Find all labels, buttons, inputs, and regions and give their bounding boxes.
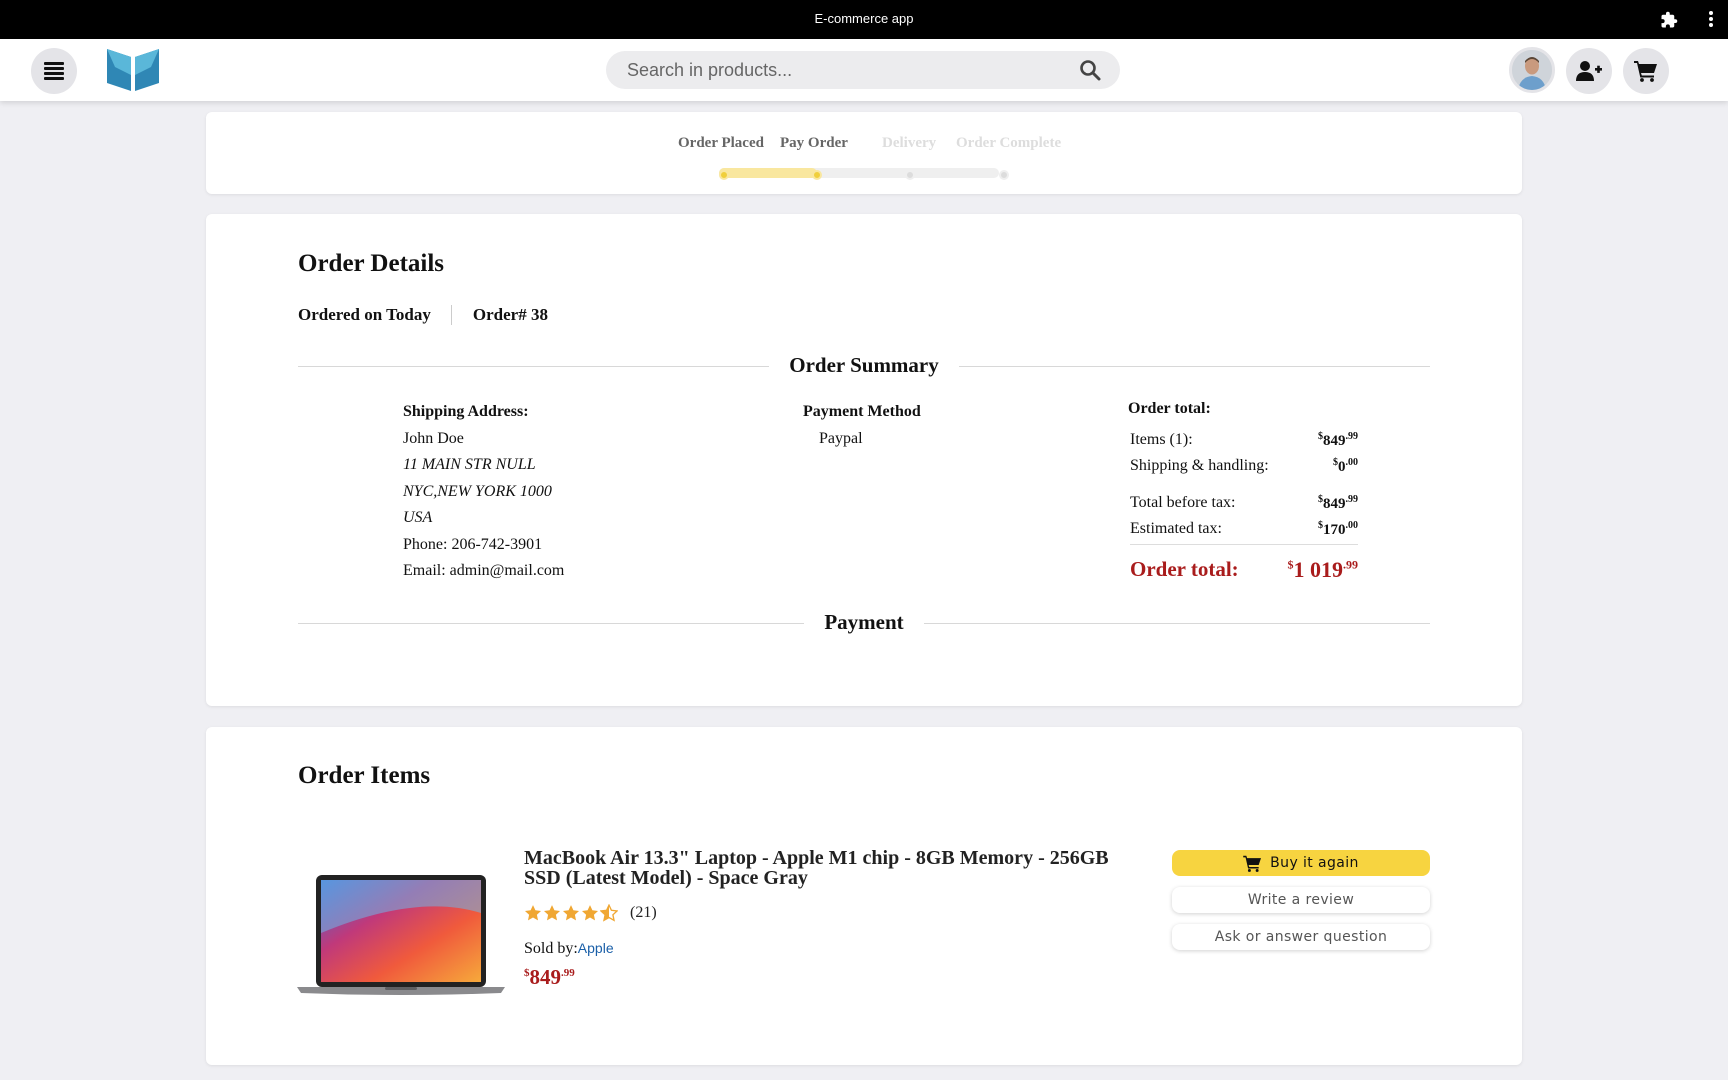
cart-button[interactable] [1623, 48, 1669, 94]
ask-question-button[interactable]: Ask or answer question [1172, 924, 1430, 950]
items-total-label: Items (1): [1130, 431, 1193, 448]
progress-track [719, 168, 999, 178]
product-image[interactable] [297, 873, 505, 995]
add-user-button[interactable] [1566, 48, 1612, 94]
book-logo-icon[interactable] [105, 45, 161, 93]
window-menu-icon[interactable] [1708, 10, 1714, 30]
sold-by-label: Sold by: [524, 940, 578, 957]
seller-link[interactable]: Apple [578, 940, 614, 956]
items-total-value: $849.99 [1318, 430, 1358, 449]
review-count[interactable]: (21) [630, 904, 657, 922]
app-header [0, 39, 1728, 101]
window-title: E-commerce app [814, 11, 914, 26]
payment-method-heading: Payment Method [803, 403, 921, 420]
shipping-phone: Phone: 206-742-3901 [403, 535, 543, 553]
order-items-card: Order Items MacBook Air 13.3" Laptop - A… [206, 727, 1522, 1065]
shipping-city: NYC,NEW YORK 1000 [403, 482, 552, 500]
order-totals: Order total: Items (1): $849.99 Shipping… [1128, 400, 1358, 583]
star-half-icon [600, 904, 618, 922]
shipping-total-row: Shipping & handling: $0.00 [1130, 453, 1358, 479]
order-total-heading: Order total: [1128, 400, 1211, 417]
menu-button[interactable] [31, 48, 77, 94]
step-dot-delivery [905, 170, 915, 180]
before-tax-value: $849.99 [1318, 493, 1358, 512]
star-filled-icon [543, 905, 561, 921]
step-order-placed: Order Placed [678, 135, 764, 151]
payment-heading: Payment [206, 610, 1522, 635]
tax-row: Estimated tax: $170.00 [1130, 516, 1358, 542]
before-tax-label: Total before tax: [1130, 494, 1236, 511]
order-meta: Ordered on Today Order# 38 [298, 305, 548, 325]
order-items-title: Order Items [298, 762, 431, 789]
user-avatar[interactable] [1509, 47, 1555, 93]
order-details-title: Order Details [298, 250, 445, 277]
meta-divider [450, 305, 452, 325]
cart-icon [1243, 855, 1262, 872]
tax-label: Estimated tax: [1130, 520, 1222, 537]
shipping-name: John Doe [403, 429, 464, 447]
avatar-image [1512, 50, 1552, 90]
product-price: $849.99 [524, 965, 575, 989]
search-bar [606, 51, 1120, 89]
cart-icon [1634, 61, 1657, 82]
star-filled-icon [581, 905, 599, 921]
search-input[interactable] [606, 59, 1078, 81]
step-dot-order-complete [999, 170, 1009, 180]
shipping-country: USA [403, 509, 433, 526]
step-dot-order-placed [719, 170, 729, 180]
shipping-address: Shipping Address: John Doe 11 MAIN STR N… [403, 399, 564, 585]
puzzle-extension-icon[interactable] [1660, 11, 1678, 29]
search-icon[interactable] [1078, 58, 1102, 82]
before-tax-row: Total before tax: $849.99 [1130, 490, 1358, 516]
window-titlebar: E-commerce app [0, 0, 1728, 39]
write-review-button[interactable]: Write a review [1172, 887, 1430, 913]
shipping-total-value: $0.00 [1333, 456, 1358, 475]
ordered-on: Ordered on Today [298, 305, 431, 324]
tax-value: $170.00 [1318, 519, 1358, 538]
buy-again-label: Buy it again [1270, 855, 1359, 871]
progress-fill [719, 168, 817, 178]
grand-total-row: Order total: $1 019.99 [1130, 557, 1358, 583]
order-details-card: Order Details Ordered on Today Order# 38… [206, 214, 1522, 706]
shipping-street: 11 MAIN STR NULL [403, 456, 536, 473]
product-name[interactable]: MacBook Air 13.3" Laptop - Apple M1 chip… [524, 848, 1134, 888]
payment-method: Payment Method Paypal [803, 399, 921, 452]
order-number: Order# 38 [472, 305, 548, 324]
step-pay-order: Pay Order [780, 135, 848, 151]
step-dot-pay-order [812, 170, 822, 180]
star-filled-icon [562, 905, 580, 921]
step-delivery: Delivery [882, 135, 937, 151]
items-total-row: Items (1): $849.99 [1130, 427, 1358, 453]
product-rating: (21) [524, 904, 657, 922]
hamburger-icon [44, 60, 64, 82]
sold-by: Sold by:Apple [524, 940, 614, 958]
step-order-complete: Order Complete [956, 135, 1062, 151]
order-progress-card: Order Placed Pay Order Delivery Order Co… [206, 112, 1522, 194]
payment-method-value: Paypal [819, 429, 863, 447]
shipping-heading: Shipping Address: [403, 403, 529, 420]
buy-again-button[interactable]: Buy it again [1172, 850, 1430, 876]
totals-divider [1130, 544, 1358, 545]
shipping-total-label: Shipping & handling: [1130, 457, 1269, 474]
star-filled-icon [524, 905, 542, 921]
grand-total-label: Order total: [1130, 557, 1239, 581]
user-plus-icon [1576, 61, 1602, 81]
grand-total-value: $1 019.99 [1287, 557, 1359, 582]
order-summary-heading: Order Summary [206, 353, 1522, 378]
shipping-email: Email: admin@mail.com [403, 562, 565, 579]
